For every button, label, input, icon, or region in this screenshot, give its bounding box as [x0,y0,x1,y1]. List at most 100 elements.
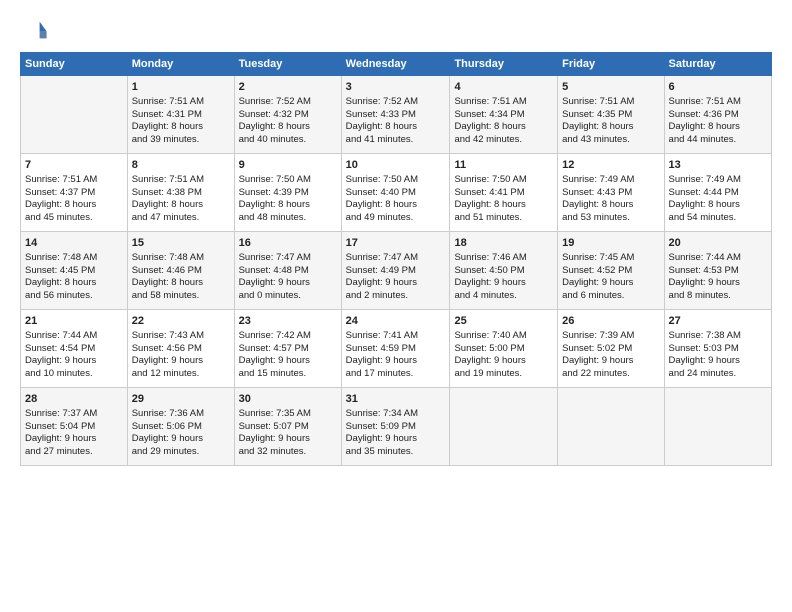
cell-line-0: Sunrise: 7:35 AM [239,408,311,419]
cell-line-1: Sunset: 4:54 PM [25,343,95,354]
cell-3-3: 16Sunrise: 7:47 AMSunset: 4:48 PMDayligh… [234,232,341,310]
cell-line-2: Daylight: 8 hours [239,199,310,210]
cell-3-2: 15Sunrise: 7:48 AMSunset: 4:46 PMDayligh… [127,232,234,310]
cell-5-3: 30Sunrise: 7:35 AMSunset: 5:07 PMDayligh… [234,388,341,466]
cell-line-2: Daylight: 9 hours [239,355,310,366]
cell-line-2: Daylight: 8 hours [239,121,310,132]
cell-line-0: Sunrise: 7:52 AM [239,96,311,107]
week-row-2: 7Sunrise: 7:51 AMSunset: 4:37 PMDaylight… [21,154,772,232]
cell-line-2: Daylight: 8 hours [669,199,740,210]
cell-line-0: Sunrise: 7:38 AM [669,330,741,341]
cell-line-3: and 42 minutes. [454,134,522,145]
cell-line-1: Sunset: 4:31 PM [132,109,202,120]
cell-line-0: Sunrise: 7:41 AM [346,330,418,341]
cell-2-6: 12Sunrise: 7:49 AMSunset: 4:43 PMDayligh… [558,154,664,232]
cell-line-1: Sunset: 5:00 PM [454,343,524,354]
cell-line-2: Daylight: 9 hours [562,277,633,288]
cell-line-3: and 10 minutes. [25,368,93,379]
cell-3-4: 17Sunrise: 7:47 AM Sunset: 4:49 PMDayligh… [341,232,450,310]
cell-line-1: Sunset: 4:46 PM [132,265,202,276]
cell-line-0: Sunrise: 7:49 AM [669,174,741,185]
cell-line-0: Sunrise: 7:42 AM [239,330,311,341]
cell-1-7: 6Sunrise: 7:51 AMSunset: 4:36 PMDaylight… [664,76,771,154]
day-number: 5 [562,80,659,95]
cell-line-2: Daylight: 8 hours [132,277,203,288]
day-number: 26 [562,314,659,329]
cell-line-2: Daylight: 9 hours [132,355,203,366]
day-number: 11 [454,158,553,173]
cell-line-0: Sunrise: 7:50 AM [346,174,418,185]
cell-line-1: Sunset: 4:50 PM [454,265,524,276]
cell-line-2: Daylight: 8 hours [25,277,96,288]
cell-line-3: and 53 minutes. [562,212,630,223]
cell-3-5: 18Sunrise: 7:46 AMSunset: 4:50 PMDayligh… [450,232,558,310]
cell-1-1 [21,76,128,154]
day-number: 2 [239,80,337,95]
cell-line-3: and 40 minutes. [239,134,307,145]
cell-line-0: Sunrise: 7:47 AM [346,252,418,263]
day-number: 25 [454,314,553,329]
day-number: 4 [454,80,553,95]
cell-4-3: 23Sunrise: 7:42 AMSunset: 4:57 PMDayligh… [234,310,341,388]
cell-line-0: Sunrise: 7:51 AM [132,174,204,185]
day-number: 24 [346,314,446,329]
cell-line-1: Sunset: 4:56 PM [132,343,202,354]
cell-line-2: Daylight: 9 hours [669,277,740,288]
page: SundayMondayTuesdayWednesdayThursdayFrid… [0,0,792,612]
day-number: 29 [132,392,230,407]
cell-4-1: 21Sunrise: 7:44 AMSunset: 4:54 PMDayligh… [21,310,128,388]
cell-line-2: Daylight: 8 hours [132,199,203,210]
cell-line-0: Sunrise: 7:50 AM [454,174,526,185]
cell-3-6: 19Sunrise: 7:45 AMSunset: 4:52 PMDayligh… [558,232,664,310]
cell-line-3: and 45 minutes. [25,212,93,223]
cell-line-1: Sunset: 4:45 PM [25,265,95,276]
cell-line-2: Daylight: 8 hours [562,199,633,210]
cell-line-0: Sunrise: 7:44 AM [25,330,97,341]
cell-line-0: Sunrise: 7:34 AM [346,408,418,419]
cell-line-2: Daylight: 9 hours [346,277,417,288]
cell-line-1: Sunset: 5:09 PM [346,421,416,432]
cell-line-0: Sunrise: 7:45 AM [562,252,634,263]
cell-line-3: and 17 minutes. [346,368,414,379]
cell-line-2: Daylight: 9 hours [239,433,310,444]
day-number: 31 [346,392,446,407]
header-day-wednesday: Wednesday [341,53,450,76]
logo [20,16,52,44]
day-number: 20 [669,236,767,251]
cell-line-2: Daylight: 9 hours [669,355,740,366]
cell-line-0: Sunrise: 7:51 AM [454,96,526,107]
cell-line-2: Daylight: 9 hours [454,277,525,288]
header-day-sunday: Sunday [21,53,128,76]
cell-line-2: Daylight: 9 hours [562,355,633,366]
cell-line-2: Daylight: 9 hours [346,355,417,366]
day-number: 14 [25,236,123,251]
cell-line-0: Sunrise: 7:44 AM [669,252,741,263]
cell-line-1: Sunset: 4:52 PM [562,265,632,276]
cell-4-6: 26Sunrise: 7:39 AMSunset: 5:02 PMDayligh… [558,310,664,388]
cell-1-2: 1Sunrise: 7:51 AMSunset: 4:31 PMDaylight… [127,76,234,154]
cell-line-1: Sunset: 4:44 PM [669,187,739,198]
cell-line-3: and 24 minutes. [669,368,737,379]
cell-line-1: Sunset: 5:07 PM [239,421,309,432]
cell-line-3: and 54 minutes. [669,212,737,223]
cell-1-5: 4Sunrise: 7:51 AMSunset: 4:34 PMDaylight… [450,76,558,154]
cell-line-3: and 29 minutes. [132,446,200,457]
cell-line-1: Sunset: 4:32 PM [239,109,309,120]
cell-line-2: Daylight: 9 hours [25,355,96,366]
cell-line-1: Sunset: 4:39 PM [239,187,309,198]
cell-line-0: Sunrise: 7:48 AM [132,252,204,263]
cell-line-1: Sunset: 4:36 PM [669,109,739,120]
cell-line-2: Daylight: 8 hours [669,121,740,132]
cell-line-3: and 19 minutes. [454,368,522,379]
cell-line-1: Sunset: 4:49 PM [346,265,416,276]
day-number: 17 [346,236,446,251]
cell-line-3: and 49 minutes. [346,212,414,223]
cell-line-3: and 22 minutes. [562,368,630,379]
cell-line-1: Sunset: 5:02 PM [562,343,632,354]
header-row: SundayMondayTuesdayWednesdayThursdayFrid… [21,53,772,76]
cell-line-3: and 58 minutes. [132,290,200,301]
cell-line-0: Sunrise: 7:46 AM [454,252,526,263]
day-number: 27 [669,314,767,329]
cell-line-0: Sunrise: 7:47 AM [239,252,311,263]
cell-line-3: and 44 minutes. [669,134,737,145]
